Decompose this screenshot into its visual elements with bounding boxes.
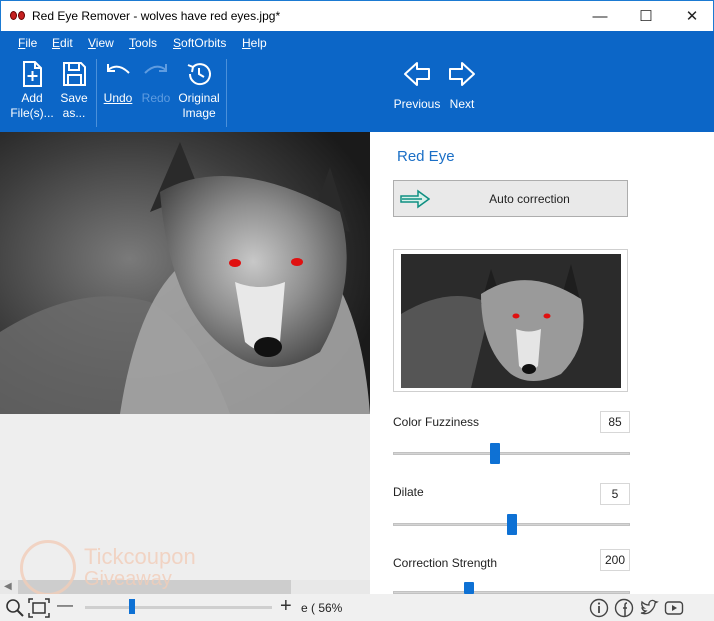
- menu-softorbits[interactable]: SoftOrbits: [173, 36, 226, 50]
- previous-button[interactable]: Previous: [391, 59, 443, 112]
- menu-edit[interactable]: Edit: [52, 36, 73, 50]
- right-arrow-icon: [449, 62, 475, 86]
- zoom-slider-thumb[interactable]: [128, 599, 135, 614]
- next-label: Next: [449, 97, 475, 111]
- next-button[interactable]: Next: [444, 59, 480, 112]
- menu-bar: File Edit View Tools SoftOrbits Help: [0, 31, 714, 55]
- zoom-out-icon[interactable]: —: [57, 597, 73, 615]
- youtube-icon[interactable]: [664, 598, 684, 618]
- redo-button[interactable]: Redo: [139, 59, 173, 106]
- fit-to-window-icon[interactable]: [28, 598, 50, 618]
- info-icon[interactable]: [589, 598, 609, 618]
- dilate-value[interactable]: 5: [600, 483, 630, 505]
- left-arrow-icon: [404, 62, 430, 86]
- undo-button[interactable]: Undo: [101, 59, 135, 106]
- original-image-button[interactable]: Original Image: [176, 59, 222, 121]
- close-button[interactable]: ✕: [669, 1, 714, 32]
- undo-label: Undo: [103, 91, 133, 105]
- correction-strength-value[interactable]: 200: [600, 549, 630, 571]
- redo-arrow-icon: [144, 64, 167, 74]
- add-file-icon: [23, 61, 42, 87]
- image-viewer[interactable]: ◀ Tickcoupon Giveaway: [0, 132, 370, 596]
- color-fuzziness-slider-thumb[interactable]: [489, 443, 500, 464]
- watermark-line-2: Giveaway: [84, 568, 172, 590]
- previous-label: Previous: [393, 97, 441, 111]
- twitter-icon[interactable]: [639, 598, 659, 618]
- title-bar: Red Eye Remover - wolves have red eyes.j…: [0, 0, 714, 31]
- preview-thumbnail: [401, 254, 621, 388]
- watermark-line-1: Tickcoupon: [84, 544, 196, 569]
- save-as-label-1: Save: [60, 91, 88, 105]
- correction-strength-label: Correction Strength: [393, 556, 498, 570]
- add-files-button[interactable]: Add File(s)...: [10, 59, 54, 121]
- watermark-logo-icon: [20, 540, 76, 596]
- minimize-button[interactable]: —: [577, 1, 623, 32]
- auto-correction-button[interactable]: Auto correction: [393, 180, 628, 217]
- zoom-level-text: e ( 56%: [301, 601, 343, 615]
- window-title: Red Eye Remover - wolves have red eyes.j…: [32, 9, 281, 23]
- zoom-in-icon[interactable]: +: [280, 595, 292, 618]
- menu-tools[interactable]: Tools: [129, 36, 157, 50]
- dilate-slider-thumb[interactable]: [506, 514, 517, 535]
- add-files-label-2: File(s)...: [10, 106, 54, 120]
- color-fuzziness-slider-track[interactable]: [393, 452, 630, 455]
- toolbar-divider: [96, 59, 97, 127]
- redo-label: Redo: [141, 91, 171, 105]
- facebook-icon[interactable]: [614, 598, 634, 618]
- wolf-photo: [0, 132, 370, 414]
- watermark: Tickcoupon Giveaway: [20, 538, 240, 598]
- color-fuzziness-value[interactable]: 85: [600, 411, 630, 433]
- status-bar: — + e ( 56%: [0, 594, 714, 621]
- history-clock-icon: [187, 63, 211, 86]
- menu-file[interactable]: File: [18, 36, 37, 50]
- undo-arrow-icon: [107, 64, 130, 74]
- scroll-left-arrow-icon[interactable]: ◀: [4, 581, 12, 592]
- color-fuzziness-label: Color Fuzziness: [393, 415, 480, 429]
- menu-view[interactable]: View: [88, 36, 114, 50]
- zoom-icon[interactable]: [5, 598, 25, 618]
- save-as-label-2: as...: [62, 106, 86, 120]
- maximize-button[interactable]: ☐: [623, 1, 669, 32]
- preview-frame: [393, 249, 628, 392]
- red-eyes-icon: [10, 10, 26, 22]
- dilate-label: Dilate: [393, 485, 424, 499]
- correction-strength-slider-thumb[interactable]: [463, 582, 474, 594]
- auto-correction-label: Auto correction: [489, 192, 570, 206]
- menu-help[interactable]: Help: [242, 36, 267, 50]
- zoom-slider-track[interactable]: [85, 606, 272, 609]
- original-image-label-2: Image: [182, 106, 216, 120]
- original-image-label-1: Original: [178, 91, 220, 105]
- save-as-button[interactable]: Save as...: [57, 59, 91, 121]
- add-files-label-1: Add: [21, 91, 43, 105]
- panel-title: Red Eye: [397, 148, 455, 165]
- red-eye-panel: Red Eye Auto correction Color Fuzziness …: [370, 132, 714, 594]
- floppy-disk-icon: [63, 62, 86, 86]
- toolbar-divider: [226, 59, 227, 127]
- ribbon: File Edit View Tools SoftOrbits Help Add…: [0, 31, 714, 132]
